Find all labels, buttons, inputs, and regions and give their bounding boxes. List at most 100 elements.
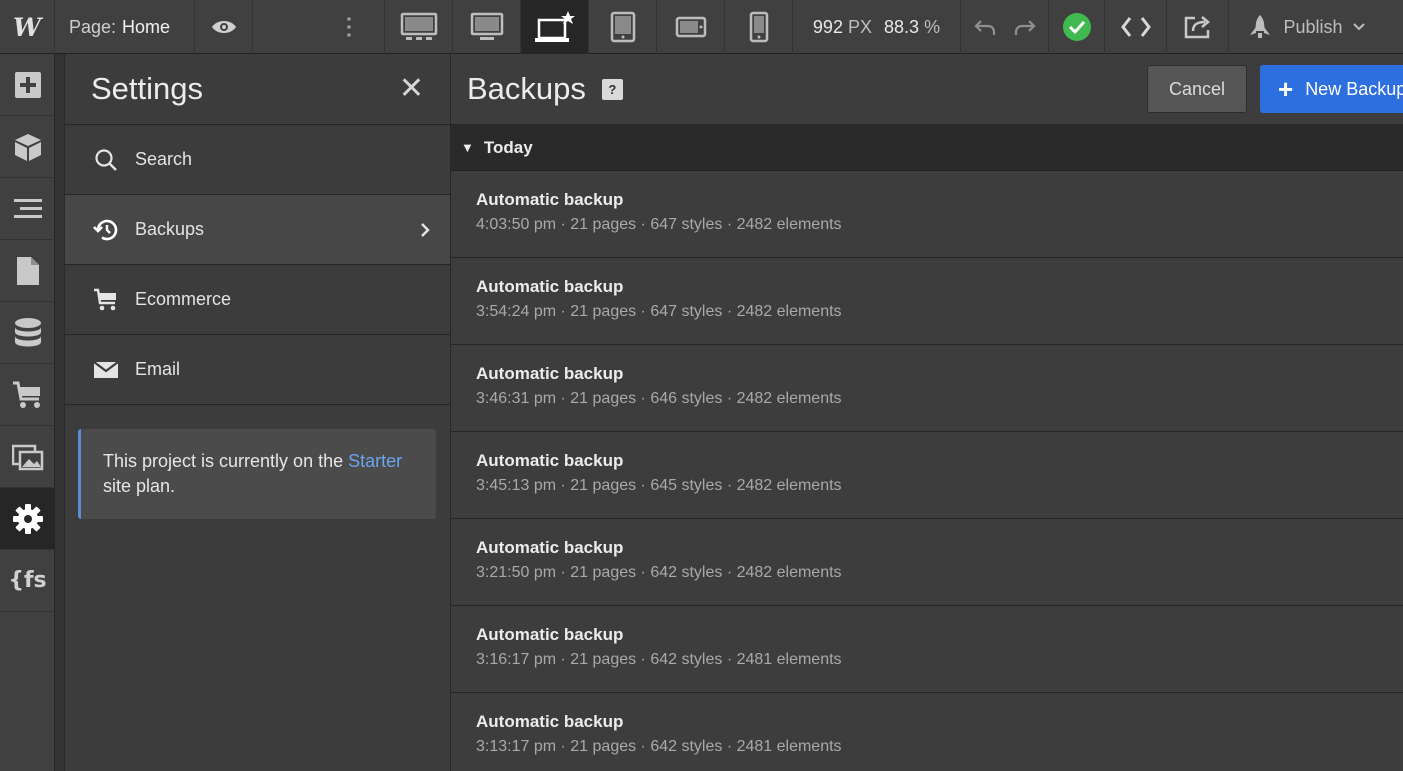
undo-icon[interactable] bbox=[973, 18, 996, 36]
rail-symbols-button[interactable] bbox=[0, 116, 55, 178]
new-backup-label: New Backup bbox=[1305, 78, 1403, 99]
more-vertical-icon bbox=[346, 17, 351, 37]
settings-nav-email[interactable]: Email bbox=[65, 335, 450, 405]
monitor-large-icon bbox=[400, 12, 437, 40]
backup-meta: 3:13:17 pm · 21 pages · 642 styles · 248… bbox=[476, 738, 842, 755]
left-tool-rail: {fs bbox=[0, 54, 55, 771]
zoom-unit: % bbox=[924, 16, 941, 37]
database-icon bbox=[14, 317, 41, 346]
cancel-button[interactable]: Cancel bbox=[1147, 65, 1247, 113]
settings-title: Settings bbox=[91, 71, 204, 106]
settings-nav-backups[interactable]: Backups bbox=[65, 195, 450, 265]
top-toolbar: W Page: Home 992 PX 88.3 % Publish bbox=[0, 0, 1403, 54]
canvas-width-unit: PX bbox=[847, 16, 872, 37]
export-share-icon bbox=[1184, 16, 1210, 39]
caret-down-icon: ▼ bbox=[461, 140, 474, 155]
device-tablet-button[interactable] bbox=[589, 0, 657, 54]
rail-navigator-button[interactable] bbox=[0, 178, 55, 240]
settings-nav-label: Backups bbox=[135, 219, 205, 239]
add-icon bbox=[14, 71, 41, 98]
rail-add-button[interactable] bbox=[0, 54, 55, 116]
backup-title: Automatic backup bbox=[476, 538, 624, 557]
rail-settings-button[interactable] bbox=[0, 488, 55, 550]
cart-icon bbox=[12, 381, 40, 408]
eye-icon bbox=[211, 21, 236, 33]
more-menu-button[interactable] bbox=[253, 0, 385, 54]
publish-label: Publish bbox=[1283, 16, 1343, 37]
cart-icon bbox=[93, 288, 119, 312]
code-brackets-icon bbox=[1120, 17, 1151, 37]
backup-meta: 3:46:31 pm · 21 pages · 646 styles · 248… bbox=[476, 390, 842, 407]
audit-status-button[interactable] bbox=[1049, 0, 1105, 54]
symbols-cube-icon bbox=[14, 133, 41, 161]
settings-nav-label: Search bbox=[135, 149, 193, 169]
backup-meta: 3:16:17 pm · 21 pages · 642 styles · 248… bbox=[476, 651, 842, 668]
canvas-width-value: 992 bbox=[812, 16, 843, 37]
export-button[interactable] bbox=[1167, 0, 1229, 54]
rail-assets-button[interactable] bbox=[0, 426, 55, 488]
code-view-button[interactable] bbox=[1105, 0, 1167, 54]
rail-pages-button[interactable] bbox=[0, 240, 55, 302]
envelope-icon bbox=[93, 358, 119, 382]
settings-gear-icon bbox=[12, 503, 43, 534]
device-desktop-button[interactable] bbox=[453, 0, 521, 54]
search-icon bbox=[93, 148, 119, 172]
settings-panel: Settings ✕ Search Backups Ecommerce Emai… bbox=[55, 54, 451, 771]
phone-landscape-icon bbox=[675, 16, 706, 38]
backups-title: Backups bbox=[467, 71, 586, 106]
assets-images-icon bbox=[11, 444, 43, 470]
device-mobile-landscape-button[interactable] bbox=[657, 0, 725, 54]
settings-nav-label: Email bbox=[135, 359, 181, 379]
preview-button[interactable] bbox=[195, 0, 253, 54]
section-toggle-today[interactable]: ▼ Today bbox=[451, 125, 1403, 171]
webflow-logo[interactable]: W bbox=[0, 0, 55, 54]
monitor-icon bbox=[470, 12, 503, 40]
backup-meta: 3:54:24 pm · 21 pages · 647 styles · 248… bbox=[476, 303, 842, 320]
site-plan-notice: This project is currently on the Starter… bbox=[78, 429, 436, 519]
backup-title: Automatic backup bbox=[476, 277, 624, 296]
device-mobile-portrait-button[interactable] bbox=[725, 0, 793, 54]
settings-nav-ecommerce[interactable]: Ecommerce bbox=[65, 265, 450, 335]
backup-list-item[interactable]: Automatic backup 3:21:50 pm · 21 pages ·… bbox=[451, 519, 1403, 606]
canvas-size-readout: 992 PX 88.3 % bbox=[793, 0, 961, 54]
phone-portrait-icon bbox=[749, 11, 768, 43]
page-selector[interactable]: Page: Home bbox=[55, 0, 195, 54]
close-icon[interactable]: ✕ bbox=[399, 74, 424, 104]
device-desktop-large-button[interactable] bbox=[385, 0, 453, 54]
new-backup-button[interactable]: + New Backup bbox=[1260, 65, 1403, 113]
plan-text-after: site plan. bbox=[103, 476, 176, 496]
plan-text-before: This project is currently on the bbox=[103, 451, 344, 471]
backup-title: Automatic backup bbox=[476, 190, 624, 209]
backups-header: Backups ? Cancel + New Backup bbox=[451, 54, 1403, 125]
backup-list-item[interactable]: Automatic backup 4:03:50 pm · 21 pages ·… bbox=[451, 171, 1403, 258]
backup-title: Automatic backup bbox=[476, 451, 624, 470]
plan-link[interactable]: Starter bbox=[348, 451, 402, 471]
backup-list-item[interactable]: Automatic backup 3:45:13 pm · 21 pages ·… bbox=[451, 432, 1403, 519]
history-icon bbox=[93, 218, 119, 242]
settings-nav-search[interactable]: Search bbox=[65, 125, 450, 195]
rocket-icon bbox=[1250, 15, 1271, 38]
section-title: Today bbox=[483, 137, 533, 157]
check-circle-icon bbox=[1062, 13, 1091, 41]
backup-list-item[interactable]: Automatic backup 3:16:17 pm · 21 pages ·… bbox=[451, 606, 1403, 693]
backup-meta: 3:21:50 pm · 21 pages · 642 styles · 248… bbox=[476, 564, 842, 581]
rail-ecommerce-button[interactable] bbox=[0, 364, 55, 426]
page-name: Home bbox=[122, 16, 171, 37]
device-desktop-base-button[interactable] bbox=[521, 0, 589, 54]
rail-cms-button[interactable] bbox=[0, 302, 55, 364]
backup-list-item[interactable]: Automatic backup 3:46:31 pm · 21 pages ·… bbox=[451, 345, 1403, 432]
publish-button[interactable]: Publish bbox=[1229, 0, 1383, 54]
tablet-icon bbox=[610, 11, 635, 43]
panel-edge bbox=[55, 54, 65, 771]
redo-icon[interactable] bbox=[1014, 18, 1036, 36]
pages-icon bbox=[16, 256, 39, 285]
backup-title: Automatic backup bbox=[476, 712, 624, 731]
settings-nav-label: Ecommerce bbox=[135, 289, 232, 309]
backup-title: Automatic backup bbox=[476, 625, 624, 644]
backup-list-item[interactable]: Automatic backup 3:13:17 pm · 21 pages ·… bbox=[451, 693, 1403, 771]
rail-finsweet-button[interactable]: {fs bbox=[0, 550, 55, 612]
zoom-value: 88.3 bbox=[884, 16, 920, 37]
backup-list-item[interactable]: Automatic backup 3:54:24 pm · 21 pages ·… bbox=[451, 258, 1403, 345]
help-icon[interactable]: ? bbox=[601, 78, 623, 100]
finsweet-icon: {fs bbox=[8, 568, 47, 593]
